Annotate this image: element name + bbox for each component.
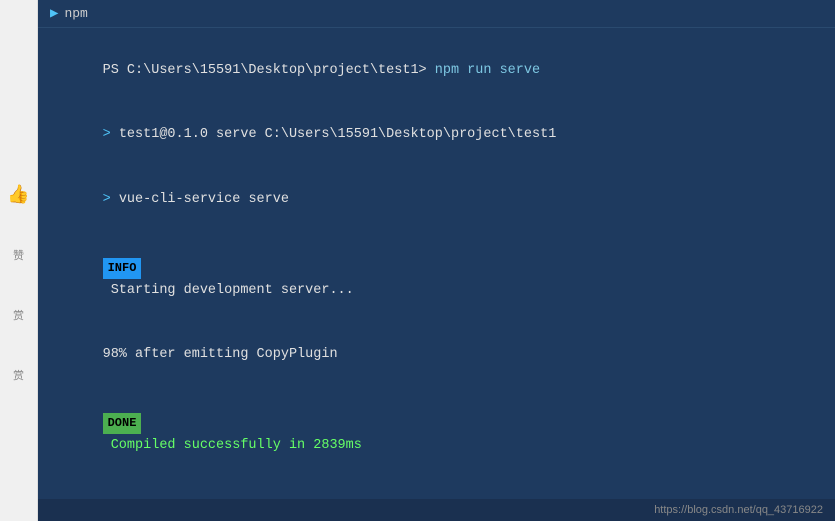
output-line-2: > vue-cli-service serve <box>54 168 819 233</box>
prize3-icon[interactable]: 赏 <box>4 360 34 390</box>
percent-line: 98% after emitting CopyPlugin <box>54 323 819 388</box>
terminal-content: PS C:\Users\15591\Desktop\project\test1>… <box>38 28 835 499</box>
prize2-icon[interactable]: 赏 <box>4 300 34 330</box>
footer-url: https://blog.csdn.net/qq_43716922 <box>654 504 823 516</box>
prize1-icon[interactable]: 赞 <box>4 240 34 270</box>
sidebar: 👍 赞 赏 赏 <box>0 0 38 521</box>
terminal-window: ▶ npm PS C:\Users\15591\Desktop\project\… <box>38 0 835 521</box>
ps-prompt-line: PS C:\Users\15591\Desktop\project\test1>… <box>54 38 819 103</box>
thumb-icon[interactable]: 👍 <box>4 180 34 210</box>
title-bar: ▶ npm <box>38 0 835 28</box>
info-line: INFO Starting development server... <box>54 236 819 322</box>
output-line-1: > test1@0.1.0 serve C:\Users\15591\Deskt… <box>54 103 819 168</box>
info-badge: INFO <box>103 258 142 279</box>
done-line: DONE Compiled successfully in 2839ms <box>54 392 819 478</box>
title-text: npm <box>64 6 87 21</box>
done-badge: DONE <box>103 413 142 434</box>
footer: https://blog.csdn.net/qq_43716922 <box>38 499 835 521</box>
app-running-line: App running at: <box>54 486 819 499</box>
npm-icon: ▶ <box>50 5 58 22</box>
